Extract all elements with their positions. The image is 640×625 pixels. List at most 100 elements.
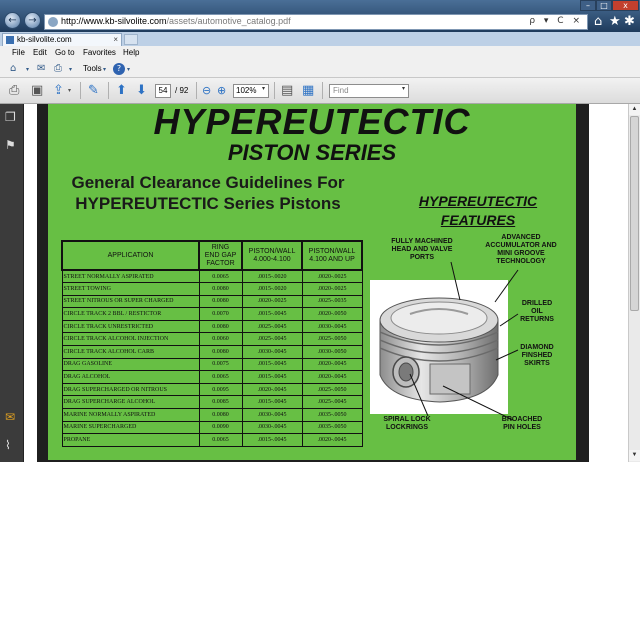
next-page-icon[interactable]: ⬇ xyxy=(136,83,147,98)
print-dropdown-icon[interactable]: ▾ xyxy=(69,66,72,73)
print-icon[interactable]: ⎙ xyxy=(54,63,62,74)
table-row: DRAG SUPERCHARGED OR NITROUS 0.0095.0020-… xyxy=(61,382,363,397)
cell-ring-gap: 0.0070 xyxy=(198,307,243,321)
menu-go-to[interactable]: Go to xyxy=(55,48,75,57)
back-button[interactable]: ← xyxy=(4,12,21,29)
callout-text: OIL xyxy=(531,308,543,315)
cell-application: STREET TOWING xyxy=(61,282,200,296)
header-text: 4.100 AND UP xyxy=(309,255,355,263)
cell-wall-large: .0035-.0050 xyxy=(301,420,363,435)
scroll-up-arrow-icon[interactable]: ▲ xyxy=(629,104,640,115)
address-bar[interactable]: http://www.kb-silvolite.com/assets/autom… xyxy=(44,14,588,30)
attachments-paperclip-icon[interactable]: ⌇ xyxy=(5,438,11,452)
cell-ring-gap: 0.0080 xyxy=(198,282,243,296)
tools-dropdown-icon[interactable]: ▾ xyxy=(103,66,106,73)
menu-file[interactable]: File xyxy=(12,48,25,57)
table-row: DRAG SUPERCHARGE ALCOHOL 0.0085.0015-.004… xyxy=(61,395,363,410)
cell-application: CIRCLE TRACK ALCOHOL CARB xyxy=(61,345,200,359)
fit-width-icon[interactable]: ▦ xyxy=(302,83,314,98)
clearance-table: APPLICATION RING END GAP FACTOR PISTON/W… xyxy=(61,240,363,447)
zoom-out-icon[interactable]: ⊖ xyxy=(202,84,211,97)
print-icon[interactable]: ⎙ xyxy=(9,83,19,98)
callout-text: RETURNS xyxy=(520,316,554,323)
table-row: MARINE NORMALLY ASPIRATED 0.0080.0030-.00… xyxy=(61,408,363,422)
forward-button[interactable]: → xyxy=(24,12,41,29)
scroll-down-arrow-icon[interactable]: ▼ xyxy=(629,450,640,461)
features-heading-line2: FEATURES xyxy=(440,212,516,228)
menu-edit[interactable]: Edit xyxy=(33,48,47,57)
cell-wall-large: .0035-.0050 xyxy=(301,408,363,422)
tab-strip: kb-silvolite.com × xyxy=(0,32,640,46)
vertical-scrollbar[interactable]: ▲ ▼ xyxy=(628,104,640,462)
tab-kb-silvolite[interactable]: kb-silvolite.com × xyxy=(2,33,122,46)
find-dropdown-icon[interactable]: ▾ xyxy=(402,85,405,92)
pages-thumbnail-icon[interactable]: ❐ xyxy=(5,110,16,124)
browser-window: ← → http://www.kb-silvolite.com/assets/a… xyxy=(0,0,640,462)
site-globe-icon xyxy=(48,17,58,27)
table-header-row: APPLICATION RING END GAP FACTOR PISTON/W… xyxy=(61,240,363,271)
cell-wall-small: .0025-.0045 xyxy=(241,319,303,334)
table-row: DRAG ALCOHOL 0.0065.0015-.0045.0020-.0045 xyxy=(61,370,363,384)
find-input[interactable]: Find xyxy=(329,84,409,98)
cell-wall-large: .0025-.0045 xyxy=(301,395,363,410)
toolbar-separator xyxy=(108,82,109,99)
help-icon[interactable]: ? xyxy=(113,63,125,75)
save-icon[interactable]: ▣ xyxy=(31,83,43,98)
share-icon[interactable]: ⇪ xyxy=(53,83,64,98)
scrollbar-thumb[interactable] xyxy=(630,116,639,311)
callout-text: DIAMOND xyxy=(520,344,554,351)
page-number-input[interactable]: 54 xyxy=(155,84,171,98)
zoom-dropdown-icon[interactable]: ▾ xyxy=(262,85,265,92)
callout-diamond-skirts: DIAMOND FINSHED SKIRTS xyxy=(512,344,562,368)
piston-drawing xyxy=(379,297,499,403)
toolbar-separator xyxy=(196,82,197,99)
cell-application: STREET NITROUS OR SUPER CHARGED xyxy=(61,294,200,309)
home-page-icon[interactable]: ⌂ xyxy=(10,63,16,74)
cell-wall-small: .0015-.0045 xyxy=(241,395,303,410)
document-viewport[interactable]: HYPEREUTECTIC PISTON SERIES General Clea… xyxy=(25,104,628,462)
cell-wall-large: .0020-.0045 xyxy=(301,433,363,447)
callout-text: DRILLED xyxy=(521,300,553,307)
zoom-in-icon[interactable]: ⊕ xyxy=(217,84,226,97)
table-row: MARINE SUPERCHARGED 0.0090.0030-.0045.003… xyxy=(61,420,363,435)
cell-ring-gap: 0.0090 xyxy=(198,420,243,435)
cell-wall-large: .0030-.0045 xyxy=(301,319,363,334)
bookmarks-icon[interactable]: ⚑ xyxy=(5,138,16,152)
address-actions[interactable]: ρ ▾ C × xyxy=(529,16,583,26)
callout-broached-pin-holes: BROACHED PIN HOLES xyxy=(494,416,550,432)
cell-wall-small: .0015-.0020 xyxy=(241,269,303,284)
menu-help[interactable]: Help xyxy=(123,48,139,57)
cell-wall-large: .0030-.0050 xyxy=(301,345,363,359)
feeds-icon[interactable]: ✉ xyxy=(37,63,45,74)
title-bar: ← → http://www.kb-silvolite.com/assets/a… xyxy=(0,0,640,32)
help-dropdown-icon[interactable]: ▾ xyxy=(127,66,130,73)
cell-ring-gap: 0.0080 xyxy=(198,319,243,334)
menu-favorites[interactable]: Favorites xyxy=(83,48,116,57)
page-total: / 92 xyxy=(175,86,189,95)
tab-close-icon[interactable]: × xyxy=(113,34,118,46)
cell-application: DRAG ALCOHOL xyxy=(61,370,200,384)
comments-icon[interactable]: ✉ xyxy=(5,410,15,424)
cell-ring-gap: 0.0085 xyxy=(198,395,243,410)
cell-wall-small: .0015-.0045 xyxy=(241,307,303,321)
maximize-button[interactable]: □ xyxy=(596,0,612,11)
favorites-star-icon[interactable]: ★ xyxy=(609,14,621,29)
address-host: http://www.kb-silvolite.com xyxy=(61,16,167,26)
close-button[interactable]: x xyxy=(612,0,639,11)
header-text: PISTON/WALL xyxy=(248,247,296,255)
new-tab-button[interactable] xyxy=(124,34,138,45)
cell-application: CIRCLE TRACK ALCOHOL INJECTION xyxy=(61,332,200,347)
cell-wall-small: .0015-.0045 xyxy=(241,433,303,447)
table-row: CIRCLE TRACK UNRESTRICTED 0.0080.0025-.00… xyxy=(61,319,363,334)
tools-menu-label[interactable]: Tools xyxy=(83,64,102,73)
table-body: STREET NORMALLY ASPIRATED 0.0065.0015-.00… xyxy=(61,269,363,447)
home-icon[interactable]: ⌂ xyxy=(594,14,602,29)
minimize-button[interactable]: – xyxy=(580,0,596,11)
share-dropdown-icon[interactable]: ▾ xyxy=(68,87,71,94)
comment-icon[interactable]: ✎ xyxy=(88,83,99,98)
home-dropdown-icon[interactable]: ▾ xyxy=(26,66,29,73)
settings-gear-icon[interactable]: ✱ xyxy=(624,14,635,29)
previous-page-icon[interactable]: ⬆ xyxy=(116,83,127,98)
cell-wall-small: .0015-.0020 xyxy=(241,282,303,296)
fit-page-icon[interactable]: ▤ xyxy=(281,83,293,98)
